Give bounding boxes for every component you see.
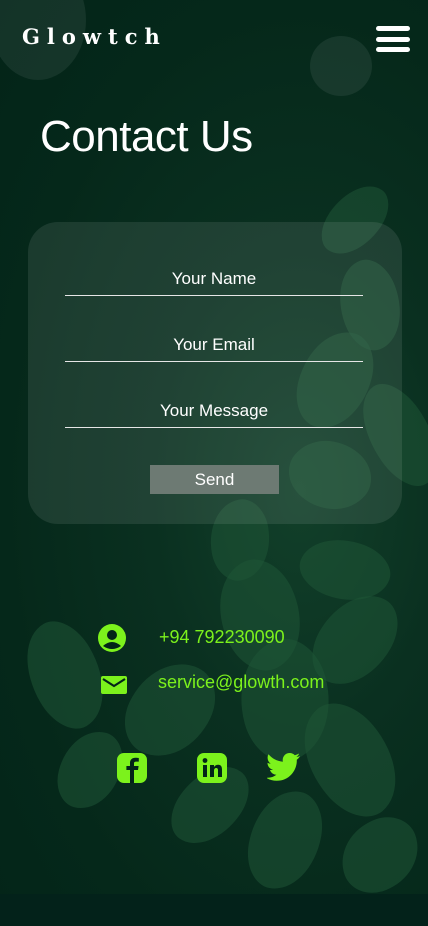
- page-title: Contact Us: [40, 112, 253, 161]
- leaf-decoration: [330, 808, 428, 894]
- twitter-icon[interactable]: [266, 752, 301, 786]
- facebook-icon[interactable]: [116, 752, 150, 786]
- email-field[interactable]: [65, 328, 363, 362]
- email-address[interactable]: service@glowth.com: [158, 672, 324, 693]
- person-circle-icon: [97, 623, 127, 653]
- phone-number[interactable]: +94 792230090: [159, 627, 285, 648]
- brand-logo[interactable]: Glowtch: [22, 24, 167, 49]
- leaf-decoration: [241, 784, 329, 894]
- name-field[interactable]: [65, 262, 363, 296]
- footer-bar: [0, 894, 428, 926]
- decorative-circle: [310, 36, 372, 96]
- hamburger-menu-icon[interactable]: [376, 26, 410, 52]
- send-button[interactable]: Send: [150, 465, 279, 494]
- linkedin-icon[interactable]: [196, 752, 230, 786]
- message-field[interactable]: [65, 394, 363, 428]
- envelope-icon: [101, 674, 127, 696]
